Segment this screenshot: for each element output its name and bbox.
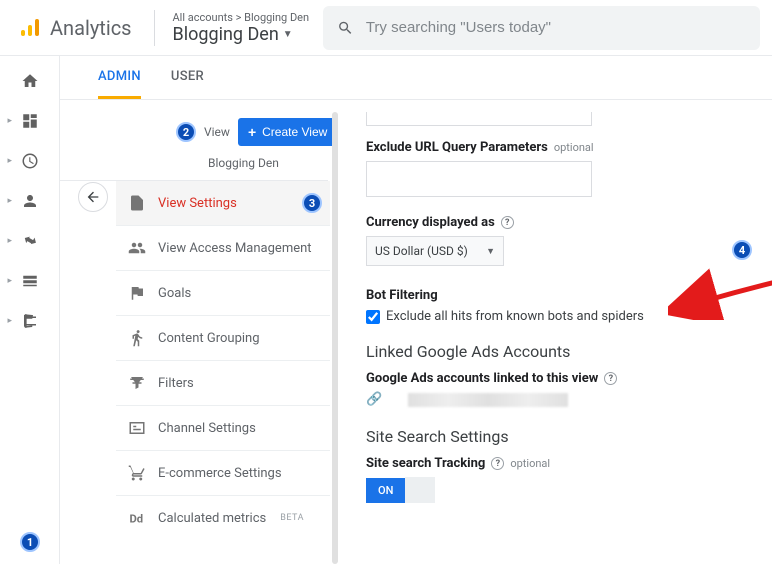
menu-label: Goals: [158, 286, 191, 301]
currency-label: Currency displayed as ?: [366, 215, 754, 230]
nav-behavior[interactable]: ▸: [12, 270, 48, 292]
filter-icon: [128, 374, 146, 392]
site-search-sub: Site search Tracking ? optional: [366, 456, 754, 471]
menu-label: Content Grouping: [158, 331, 260, 346]
top-bar: Analytics All accounts > Blogging Den Bl…: [0, 0, 772, 56]
menu-label: View Settings: [158, 196, 237, 211]
settings-panel: Exclude URL Query Parameters optional Cu…: [338, 100, 772, 564]
create-view-label: Create View: [262, 125, 327, 139]
bot-filtering-heading: Bot Filtering: [366, 288, 754, 303]
nav-customization[interactable]: ▸: [12, 110, 48, 132]
left-nav: ▸ ▸ ▸ ▸ ▸ ▸ 1: [0, 56, 60, 564]
currency-select[interactable]: US Dollar (USD $) ▼: [366, 236, 504, 266]
input-partial[interactable]: [366, 112, 592, 126]
nav-conversions[interactable]: ▸: [12, 310, 48, 332]
tab-user[interactable]: USER: [171, 56, 204, 99]
create-view-button[interactable]: + Create View: [238, 118, 337, 146]
logo-area: Analytics: [0, 16, 144, 40]
bot-filtering-checkbox-row[interactable]: Exclude all hits from known bots and spi…: [366, 309, 754, 324]
cart-icon: [128, 464, 146, 482]
menu-access[interactable]: View Access Management: [116, 226, 330, 271]
account-name: Blogging Den: [173, 24, 279, 45]
view-column: 2 View + Create View Blogging Den View S…: [60, 100, 338, 564]
divider: [154, 10, 155, 46]
chevron-down-icon: ▼: [283, 29, 293, 40]
annotation-4: 4: [732, 240, 752, 260]
exclude-params-label: Exclude URL Query Parameters optional: [366, 140, 754, 155]
dd-icon: Dd: [128, 509, 146, 527]
person-walk-icon: [128, 329, 146, 347]
menu-filters[interactable]: Filters: [116, 361, 330, 406]
toggle-on-label: ON: [366, 478, 405, 503]
linked-ads-heading: Linked Google Ads Accounts: [366, 342, 754, 361]
product-name: Analytics: [50, 16, 132, 40]
flag-icon: [128, 284, 146, 302]
menu-label: Channel Settings: [158, 421, 256, 436]
menu-channel[interactable]: Channel Settings: [116, 406, 330, 451]
linked-ads-sub: Google Ads accounts linked to this view …: [366, 371, 754, 386]
menu-label: Filters: [158, 376, 194, 391]
annotation-2: 2: [176, 122, 196, 142]
channel-icon: [128, 419, 146, 437]
menu-label: Calculated metrics: [158, 511, 266, 526]
nav-audience[interactable]: ▸: [12, 190, 48, 212]
menu-ecommerce[interactable]: E-commerce Settings: [116, 451, 330, 496]
nav-home[interactable]: [12, 70, 48, 92]
menu-calculated-metrics[interactable]: Dd Calculated metrics BETA: [116, 496, 330, 540]
beta-badge: BETA: [280, 513, 304, 523]
account-selector[interactable]: All accounts > Blogging Den Blogging Den…: [165, 11, 318, 45]
nav-acquisition[interactable]: ▸: [12, 230, 48, 252]
svg-text:Dd: Dd: [130, 513, 144, 526]
help-icon[interactable]: ?: [501, 216, 514, 229]
currency-value: US Dollar (USD $): [375, 244, 468, 258]
bot-filtering-label: Exclude all hits from known bots and spi…: [386, 309, 644, 324]
toggle-off-side: [405, 477, 435, 503]
linked-account-redacted: [408, 393, 568, 407]
breadcrumb: All accounts > Blogging Den: [173, 11, 310, 24]
analytics-logo-icon: [18, 16, 42, 40]
annotation-arrow: [668, 230, 772, 320]
link-icon: 🔗: [366, 392, 382, 407]
menu-view-settings[interactable]: View Settings 3: [116, 181, 330, 226]
search-icon: [337, 19, 354, 37]
document-icon: [128, 194, 146, 212]
search-bar[interactable]: [323, 6, 760, 50]
plus-icon: +: [248, 124, 256, 140]
people-icon: [128, 239, 146, 257]
view-label: View: [204, 125, 230, 139]
annotation-3: 3: [302, 193, 322, 213]
current-view-name[interactable]: Blogging Den: [60, 146, 328, 181]
help-icon[interactable]: ?: [491, 457, 504, 470]
menu-goals[interactable]: Goals: [116, 271, 330, 316]
bot-filtering-checkbox[interactable]: [366, 310, 380, 324]
annotation-1: 1: [20, 532, 40, 552]
site-search-toggle[interactable]: ON: [366, 477, 754, 503]
site-search-heading: Site Search Settings: [366, 427, 754, 446]
admin-tabs: ADMIN USER: [60, 56, 772, 100]
menu-label: E-commerce Settings: [158, 466, 282, 481]
nav-realtime[interactable]: ▸: [12, 150, 48, 172]
chevron-down-icon: ▼: [486, 246, 495, 257]
menu-label: View Access Management: [158, 241, 312, 256]
back-button[interactable]: [78, 182, 108, 212]
tab-admin[interactable]: ADMIN: [98, 56, 141, 99]
exclude-params-input[interactable]: [366, 161, 592, 197]
menu-content-grouping[interactable]: Content Grouping: [116, 316, 330, 361]
view-menu: View Settings 3 View Access Management G…: [116, 181, 330, 540]
search-input[interactable]: [366, 19, 746, 36]
help-icon[interactable]: ?: [604, 372, 617, 385]
